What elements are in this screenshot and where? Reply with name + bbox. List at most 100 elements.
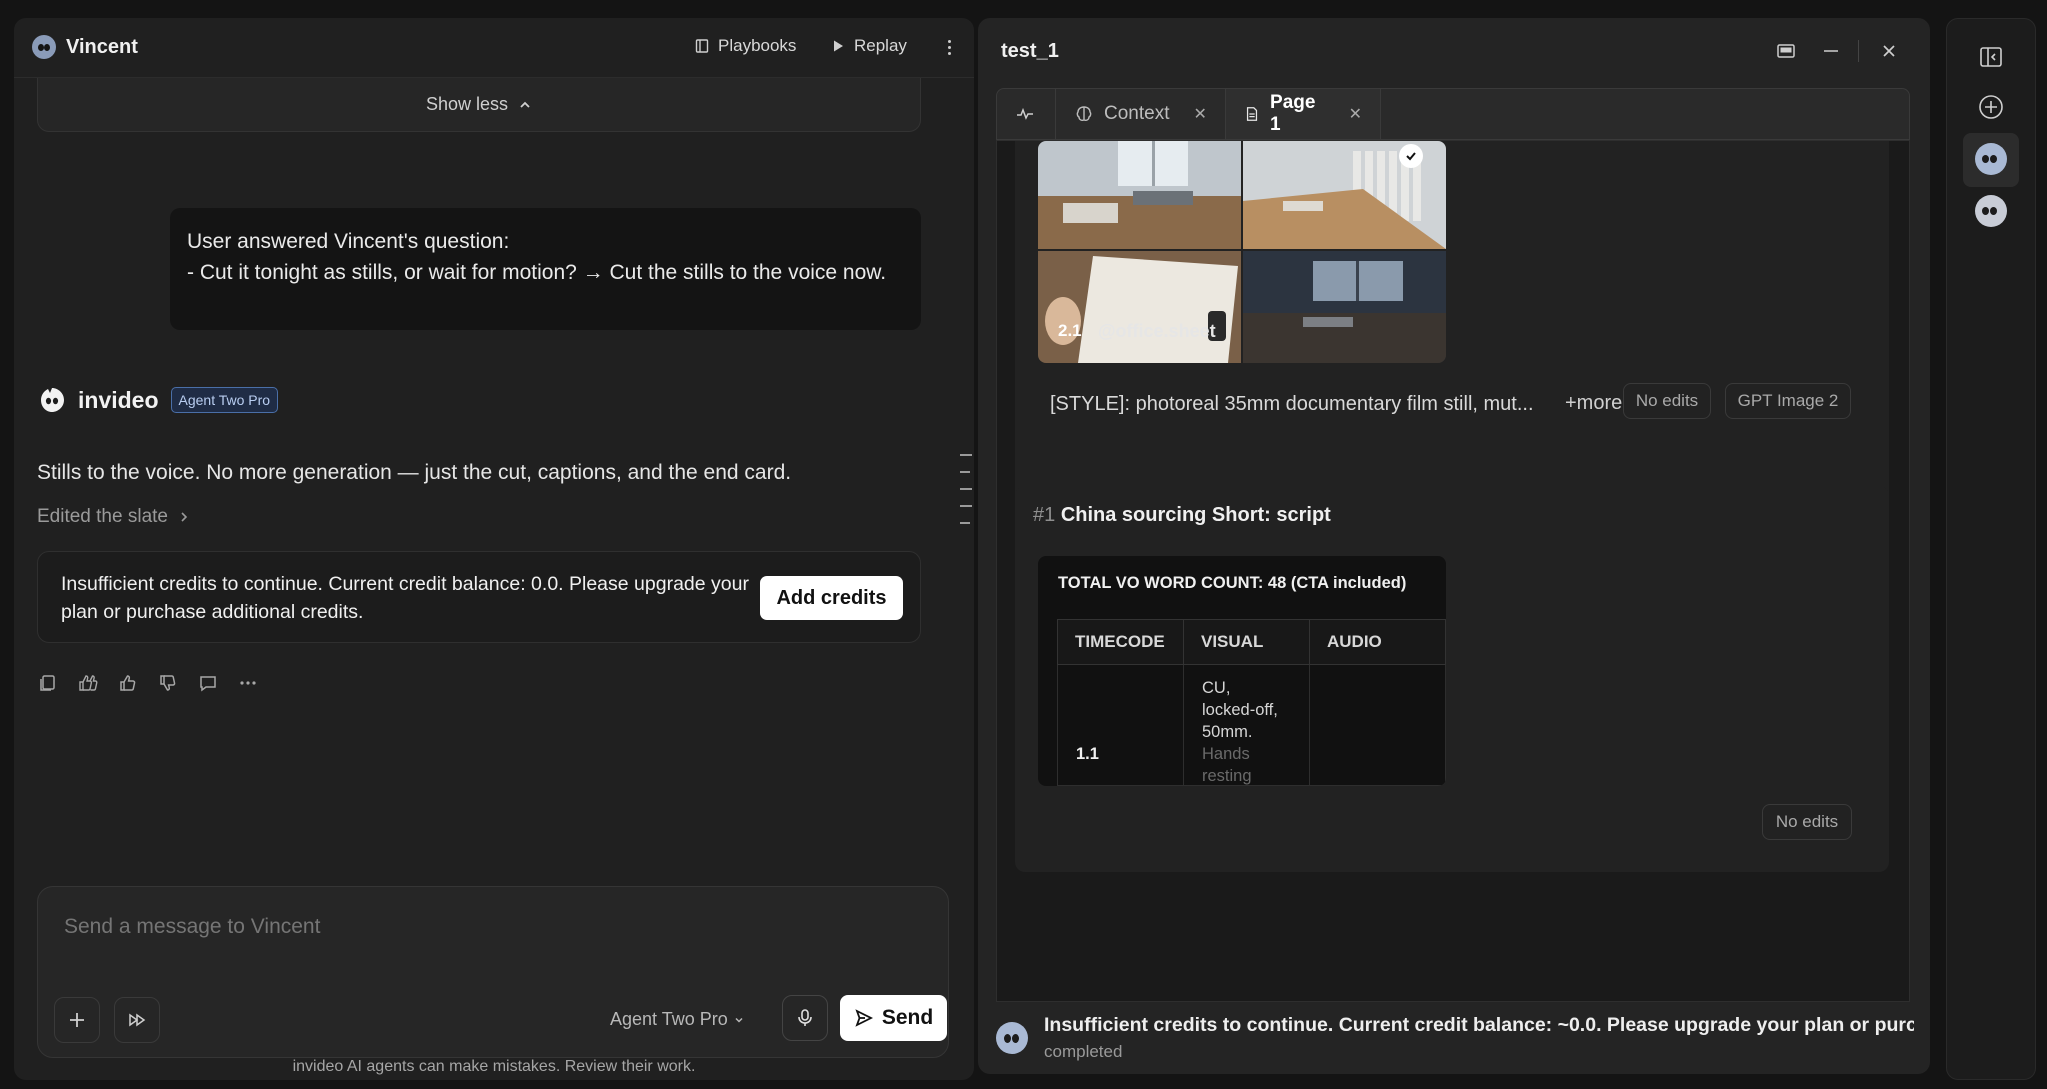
message-composer: Agent Two Pro Send	[37, 886, 949, 1058]
thumbs-down-icon[interactable]	[158, 673, 178, 693]
activity-icon	[1017, 107, 1033, 120]
image-model-badge[interactable]: GPT Image 2	[1725, 383, 1851, 419]
tab-activity[interactable]	[997, 89, 1056, 139]
message-input[interactable]	[64, 915, 914, 939]
agent-avatar-2[interactable]	[1975, 195, 2007, 227]
page-canvas: 2.1 @office.sheet [STYLE]: photoreal 35m…	[996, 140, 1910, 1002]
credit-notice: Insufficient credits to continue. Curren…	[37, 551, 921, 643]
status-message: Insufficient credits to continue. Curren…	[1044, 1014, 1914, 1036]
double-thumbs-up-icon[interactable]	[78, 673, 98, 693]
vo-word-count: TOTAL VO WORD COUNT: 48 (CTA included)	[1058, 574, 1407, 592]
script-edits-badge: No edits	[1762, 804, 1852, 840]
microphone-button[interactable]	[782, 995, 828, 1041]
agent-status-avatar	[996, 1022, 1028, 1054]
disclaimer: invideo AI agents can make mistakes. Rev…	[292, 1058, 696, 1075]
style-prompt: [STYLE]: photoreal 35mm documentary film…	[1050, 393, 1534, 415]
message-actions	[38, 673, 258, 693]
shot-edits-badge: No edits	[1623, 383, 1711, 419]
close-tab-context-icon[interactable]: ✕	[1193, 104, 1206, 124]
tab-context-label: Context	[1104, 103, 1170, 124]
script-title: #1 China sourcing Short: script	[1033, 504, 1331, 527]
tab-context[interactable]: Context ✕	[1056, 89, 1226, 139]
chevron-right-icon	[181, 512, 188, 522]
shot-number: 2.1	[1058, 321, 1082, 340]
send-button[interactable]: Send	[840, 995, 947, 1041]
agent-name: Vincent	[66, 36, 138, 58]
plus-icon	[70, 1013, 84, 1027]
copy-icon[interactable]	[38, 673, 58, 693]
visual-line-faded: resting	[1202, 767, 1252, 785]
close-panel-icon[interactable]	[1878, 40, 1900, 62]
right-rail	[1946, 18, 2036, 1080]
chat-header: Vincent Playbooks Replay	[14, 18, 974, 78]
reply-brand: invideo	[78, 386, 159, 413]
header-divider	[1858, 40, 1859, 62]
visual-line: 50mm.	[1202, 723, 1253, 741]
shot-image-3[interactable]	[1038, 251, 1241, 363]
tab-page-1[interactable]: Page 1 ✕	[1226, 89, 1381, 139]
layout-toggle-icon[interactable]	[1775, 40, 1797, 62]
script-title-text: China sourcing Short: script	[1060, 504, 1331, 526]
panel-tabs: Context ✕ Page 1 ✕	[996, 88, 1910, 140]
user-message: User answered Vincent's question: - Cut …	[170, 208, 921, 330]
chat-panel: Vincent Playbooks Replay Show less User …	[14, 18, 974, 1080]
fast-forward-icon	[129, 1013, 146, 1027]
attach-button[interactable]	[54, 997, 100, 1043]
visual-line-faded: Hands	[1202, 745, 1250, 763]
user-message-line-2: - Cut it tonight as stills, or wait for …	[187, 261, 887, 284]
canvas-panel: test_1 Context ✕ Page 1 ✕ 2.1 @office.sh…	[978, 18, 1930, 1074]
shot-tag: @office.sheet	[1098, 321, 1216, 341]
replay-label: Replay	[854, 36, 907, 55]
edited-slate-label: Edited the slate	[37, 506, 168, 527]
user-message-line-1: User answered Vincent's question:	[187, 230, 510, 253]
column-audio: AUDIO	[1309, 619, 1446, 665]
new-agent-icon[interactable]	[1975, 91, 2007, 123]
table-row-visual-cell: CU, locked-off, 50mm. Hands resting	[1183, 665, 1310, 786]
play-icon	[834, 40, 843, 52]
playbooks-button[interactable]: Playbooks	[694, 36, 796, 56]
row-id: 1.1	[1076, 745, 1099, 763]
minimize-icon[interactable]	[1820, 40, 1842, 62]
table-row-timecode-cell: 1.1	[1057, 665, 1184, 786]
reply-text: Stills to the voice. No more generation …	[37, 461, 792, 484]
shot-image-1[interactable]	[1038, 141, 1241, 249]
invideo-logo-icon	[38, 386, 66, 414]
model-select[interactable]: Agent Two Pro	[610, 1009, 744, 1030]
close-tab-page-1-icon[interactable]: ✕	[1349, 104, 1362, 124]
reply-header: invideo Agent Two Pro	[38, 386, 279, 414]
more-link[interactable]: +more	[1565, 392, 1622, 415]
status-bar: Insufficient credits to continue. Curren…	[978, 1008, 1930, 1074]
more-menu-icon[interactable]	[942, 38, 956, 58]
page-icon	[1246, 107, 1258, 121]
edited-slate-link[interactable]: Edited the slate	[37, 506, 190, 528]
scroll-position-indicator[interactable]	[960, 454, 972, 539]
fast-forward-button[interactable]	[114, 997, 160, 1043]
shot-image-4[interactable]	[1243, 251, 1446, 363]
model-select-label: Agent Two Pro	[610, 1009, 728, 1029]
visual-line: locked-off,	[1202, 701, 1278, 719]
agent-avatar	[32, 35, 56, 59]
chevron-down-icon	[735, 1017, 743, 1023]
script-table: TOTAL VO WORD COUNT: 48 (CTA included) T…	[1038, 556, 1446, 786]
thumbs-up-icon[interactable]	[118, 673, 138, 693]
send-icon	[855, 1009, 873, 1027]
selected-check-icon[interactable]	[1399, 144, 1423, 168]
status-state: completed	[1044, 1042, 1123, 1061]
comment-icon[interactable]	[198, 673, 218, 693]
collapse-panel-icon[interactable]	[1975, 41, 2007, 73]
send-label: Send	[881, 1006, 934, 1029]
microphone-icon	[798, 1009, 812, 1026]
show-less-label: Show less	[425, 94, 509, 114]
more-icon[interactable]	[238, 673, 258, 693]
script-number: #1	[1033, 504, 1056, 526]
tab-page-1-label: Page 1	[1270, 92, 1316, 135]
chevron-up-icon	[520, 101, 530, 108]
book-icon	[695, 39, 709, 53]
table-row-audio-cell	[1309, 665, 1446, 786]
agent-badge: Agent Two Pro	[170, 387, 279, 413]
show-less-button[interactable]: Show less	[37, 78, 921, 132]
add-credits-button[interactable]: Add credits	[760, 576, 903, 620]
agent-avatar-1[interactable]	[1975, 143, 2007, 175]
script-card: #1 China sourcing Short: script TOTAL VO…	[1015, 486, 1889, 872]
replay-button[interactable]: Replay	[830, 36, 907, 56]
